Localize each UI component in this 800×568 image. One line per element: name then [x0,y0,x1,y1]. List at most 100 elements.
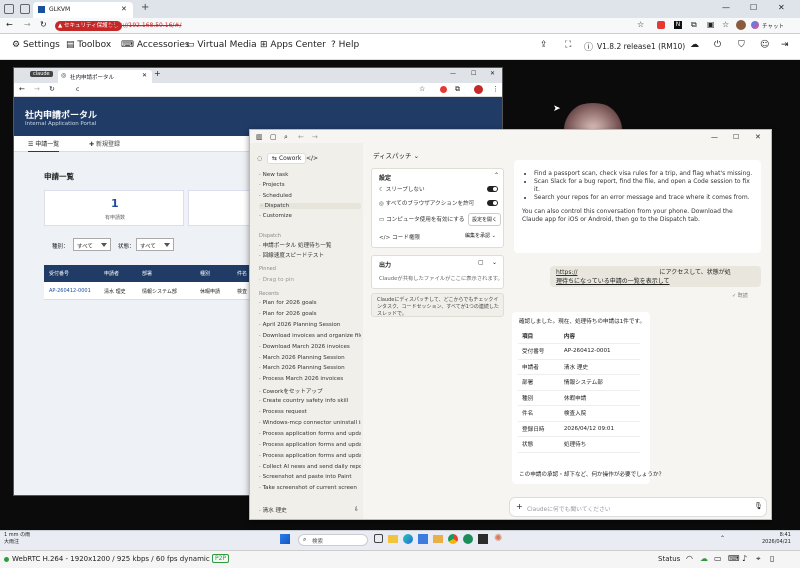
accessories-button[interactable]: ⌨ Accessories [121,40,190,50]
keyboard-status-icon[interactable]: ⌨ [728,554,740,563]
clock[interactable]: 8:41 2026/04/21 [762,532,791,546]
sidebar-recent-item[interactable]: · Process application forms and updates [259,431,361,437]
sidebar-recent-item[interactable]: · Plan for 2026 goals [259,311,361,317]
volume-icon[interactable]: ♪ [742,554,747,563]
split-view-icon[interactable]: ▣ [707,20,715,29]
new-tab-icon[interactable]: + [141,2,149,13]
profile-avatar[interactable] [736,20,746,30]
open-settings-button[interactable]: 設定を開く [468,213,502,226]
status-label[interactable]: Status [658,555,680,563]
maximize-icon[interactable]: ☐ [750,3,757,12]
weather-widget[interactable]: 1 mm の雨 大雨注 [4,532,30,546]
maximize-icon[interactable]: ☐ [733,133,739,141]
microphone-icon[interactable]: 🎙 [754,502,763,510]
toolbox-button[interactable]: ▤ Toolbox [66,40,111,50]
inner-url[interactable]: c [76,86,79,93]
inner-close-tab-icon[interactable]: ✕ [142,72,147,79]
chrome-icon[interactable] [448,534,458,544]
favorites-icon[interactable]: ☆ [722,20,729,29]
fullscreen-icon[interactable]: ⛶ [565,40,571,50]
sidebar-nav-scheduled[interactable]: · Scheduled [259,193,361,199]
reload-icon[interactable]: ↻ [40,20,47,29]
claude-header-title[interactable]: ディスパッチ ⌄ [373,150,419,160]
inner-back-icon[interactable]: ← [19,85,25,93]
inner-reload-icon[interactable]: ↻ [49,85,55,93]
back-icon[interactable]: ← [298,133,304,141]
sidebar-dispatch-item[interactable]: · 回線速度スピードテスト [259,251,361,259]
sidebar-recent-item[interactable]: · Process March 2026 invoices [259,376,361,382]
inner-minimize-icon[interactable]: — [450,70,456,77]
inner-star-icon[interactable]: ☆ [419,85,425,93]
upload-icon[interactable]: ⇪ [540,40,548,50]
inner-menu-icon[interactable]: ⋮ [492,85,499,93]
search-icon[interactable]: ⌕ [284,133,288,142]
back-icon[interactable]: ← [6,20,13,29]
close-icon[interactable]: ✕ [755,133,761,141]
taskbar-search[interactable]: ⌕ 検索 [298,534,368,546]
store-icon[interactable] [418,534,428,544]
info-icon[interactable]: ⓘ [584,40,593,53]
extension-icon[interactable] [657,21,665,29]
sidebar-recent-item[interactable]: · Collect AI news and send daily report [259,464,361,470]
collapse-icon[interactable]: ⌄ [492,259,497,266]
close-tab-icon[interactable]: ✕ [121,5,127,13]
output-panel-icon[interactable]: ▢ [478,259,484,266]
sidebar-recent-item[interactable]: · Download March 2026 invoices [259,344,361,350]
sidebar-nav-customize[interactable]: · Customize [259,213,361,219]
explorer-icon[interactable] [388,535,398,543]
claude-app-icon[interactable]: ✺ [494,533,502,544]
inner-forward-icon[interactable]: → [34,85,40,93]
minimize-icon[interactable]: — [722,3,730,12]
inner-active-tab[interactable]: ◎ 社内申請ポータル ✕ [58,70,152,83]
battery-icon[interactable]: ▯ [770,554,774,563]
monitor-status-icon[interactable]: ▭ [714,554,722,563]
sidebar-recent-item[interactable]: · Coworkをセットアップ [259,387,361,395]
outer-url[interactable]: https://192.168.50.16/#/ [107,22,181,29]
sidebar-nav-dispatch[interactable]: · Dispatch [259,202,361,209]
power-icon[interactable]: ⏻ [714,40,721,50]
sidebar-recent-item[interactable]: · Create country safety info skill [259,398,361,404]
browser-menu-icon[interactable] [4,4,14,14]
wifi-icon[interactable]: ◠ [686,554,693,563]
sidebar-user[interactable]: · 清水 理史 [259,506,361,514]
folder-icon[interactable] [433,535,443,543]
code-icon[interactable]: </> [306,155,318,162]
sidebar-recent-item[interactable]: · March 2026 Planning Session [259,355,361,361]
filter-status-select[interactable]: すべて [136,238,174,251]
copilot-icon[interactable] [751,21,759,29]
table-cell-id[interactable]: AP-260412-0001 [49,288,91,294]
notion-icon[interactable]: N [674,21,682,29]
forward-icon[interactable]: → [312,133,318,141]
sidebar-recent-item[interactable]: · Plan for 2026 goals [259,300,361,306]
close-window-icon[interactable]: ✕ [778,3,785,12]
sidebar-recent-item[interactable]: · Process request [259,409,361,415]
user-message-link[interactable]: https:// [556,269,578,276]
attach-plus-icon[interactable]: + [516,502,523,511]
sidebar-dispatch-item[interactable]: · 申請ポータル 処理待ち一覧 [259,241,361,249]
exit-icon[interactable]: ⇥ [781,40,789,50]
sidebar-recent-item[interactable]: · April 2026 Planning Session [259,322,361,328]
cloud-status-icon[interactable]: ☁ [700,554,708,563]
cowork-mode-tab[interactable]: ⇆ Cowork [267,153,307,164]
cloud-icon[interactable]: ☁ [690,40,699,50]
tab-list-icon[interactable] [20,4,30,14]
mouse-status-icon[interactable]: ⌖ [756,554,761,564]
settings-button[interactable]: ⚙ Settings [12,40,60,50]
task-view-icon[interactable] [374,534,383,543]
code-permission-select[interactable]: 編集を承認 ⌄ [465,232,496,239]
puzzle-icon[interactable]: ⧉ [691,20,697,30]
app-icon[interactable] [478,534,488,544]
sidebar-recent-item[interactable]: · Process application forms and updates [259,442,361,448]
sidebar-recent-item[interactable]: · Take screenshot of current screen [259,485,361,491]
star-icon[interactable]: ☆ [637,20,644,29]
download-icon[interactable]: ⇩ [354,506,359,513]
outer-active-tab[interactable]: GLKVM ✕ [33,2,133,18]
help-button[interactable]: ? Help [331,40,359,50]
sidebar-nav-projects[interactable]: · Projects [259,182,361,188]
inner-maximize-icon[interactable]: ☐ [471,70,476,77]
sidebar-recent-item[interactable]: · March 2026 Planning Session [259,365,361,371]
tab-application-list[interactable]: ☰ 申請一覧 [28,139,60,153]
inner-close-icon[interactable]: ✕ [490,70,495,77]
browser-actions-toggle[interactable] [487,200,498,206]
shield-icon[interactable]: ⛉ [738,40,745,50]
